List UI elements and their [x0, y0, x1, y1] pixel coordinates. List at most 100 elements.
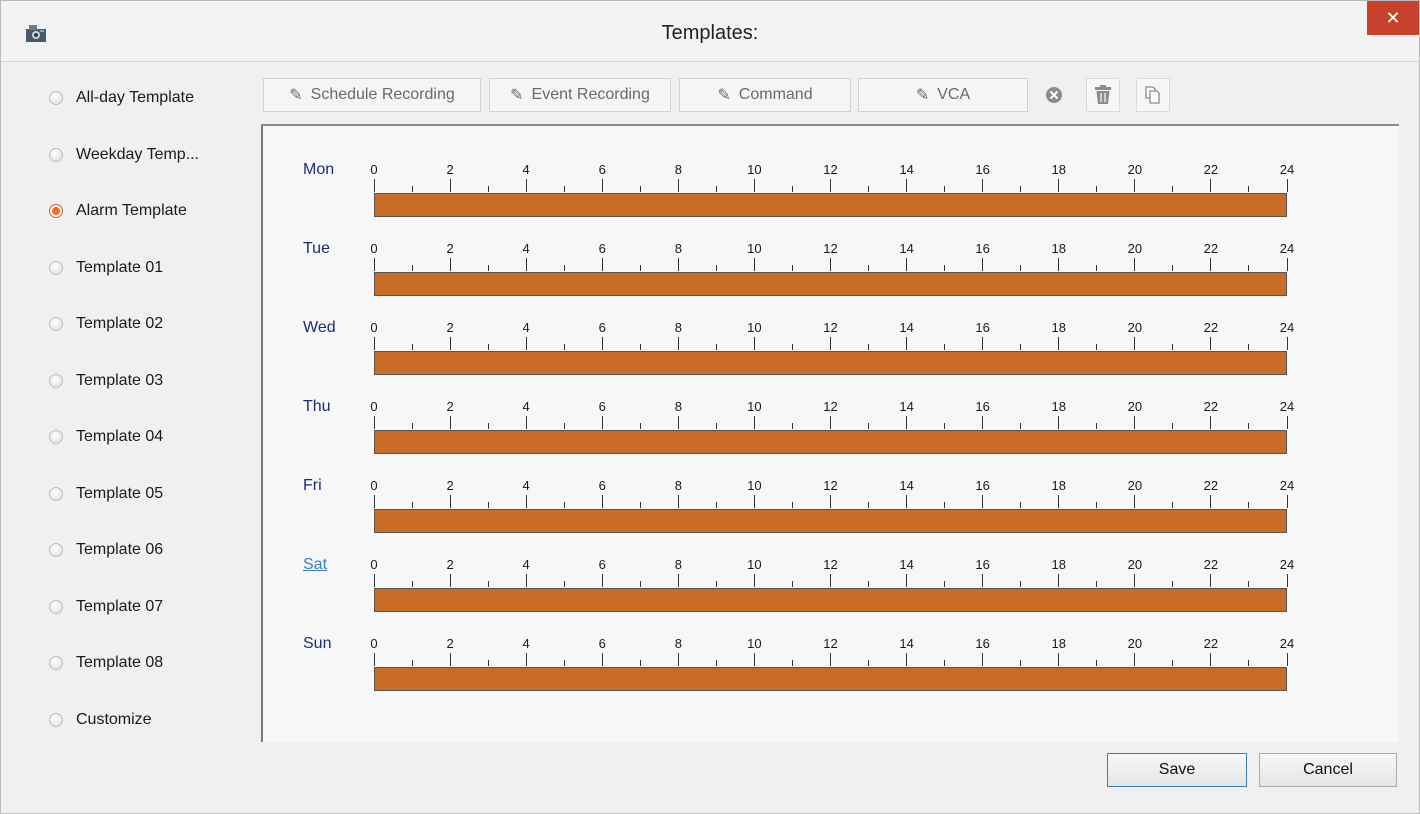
hour-label: 0 — [370, 399, 378, 414]
hour-tick — [1210, 495, 1212, 508]
hour-tick — [715, 186, 717, 192]
template-item[interactable]: Template 08 — [49, 648, 163, 678]
hour-tick — [944, 502, 946, 508]
template-item[interactable]: All-day Template — [49, 83, 194, 113]
cancel-button[interactable]: Cancel — [1259, 753, 1397, 787]
delete-button[interactable] — [1037, 78, 1071, 112]
hour-tick — [639, 502, 641, 508]
hour-tick — [1020, 581, 1022, 587]
hour-tick — [830, 495, 831, 508]
hour-tick — [677, 179, 679, 192]
template-item[interactable]: Template 04 — [49, 422, 163, 452]
hour-tick — [1286, 495, 1288, 508]
hour-tick — [715, 581, 717, 587]
schedule-bar[interactable] — [374, 193, 1287, 217]
schedule-bar[interactable] — [374, 667, 1287, 691]
hour-tick — [715, 344, 717, 350]
hour-tick — [1134, 653, 1136, 666]
hour-label: 6 — [598, 162, 606, 177]
radio-button[interactable] — [49, 430, 63, 444]
radio-button[interactable] — [49, 543, 63, 557]
hour-label: 24 — [1279, 162, 1295, 177]
hour-label: 4 — [522, 241, 530, 256]
template-label: Weekday Temp... — [76, 145, 200, 163]
hour-tick — [1248, 581, 1250, 587]
hour-tick — [411, 344, 413, 350]
hour-tick — [982, 574, 984, 587]
hour-label: 2 — [446, 478, 454, 493]
command-button[interactable]: ✎ Command — [679, 78, 851, 112]
hour-tick — [449, 495, 451, 508]
hour-label: 4 — [522, 557, 530, 572]
hour-tick — [1210, 574, 1212, 587]
radio-button[interactable] — [49, 599, 63, 614]
day-row: Mon 0 2 4 6 8 10 12 14 16 18 20 22 24 — [263, 161, 1363, 231]
schedule-bar[interactable] — [374, 351, 1287, 375]
day-label: Wed — [303, 319, 336, 336]
hour-tick — [411, 660, 413, 666]
template-item[interactable]: Customize — [49, 705, 152, 735]
hour-tick — [791, 344, 793, 350]
template-item[interactable]: Alarm Template — [49, 196, 187, 226]
clear-all-button[interactable] — [1086, 78, 1120, 112]
hour-label: 12 — [823, 478, 838, 493]
radio-button[interactable] — [49, 486, 63, 501]
close-button[interactable]: ✕ — [1367, 1, 1419, 35]
template-item[interactable]: Template 01 — [49, 253, 163, 283]
hour-label: 16 — [975, 478, 990, 493]
schedule-bar[interactable] — [374, 272, 1287, 296]
hour-label: 14 — [899, 399, 914, 414]
template-item[interactable]: Template 05 — [49, 479, 163, 509]
template-item[interactable]: Weekday Temp... — [49, 140, 199, 170]
day-label[interactable]: Sat — [303, 556, 327, 574]
hour-label: 22 — [1203, 636, 1219, 651]
hour-tick — [1058, 258, 1060, 271]
hour-tick — [487, 502, 489, 508]
radio-button[interactable] — [49, 91, 63, 105]
radio-button[interactable] — [49, 373, 63, 388]
radio-button[interactable] — [49, 656, 63, 670]
save-button[interactable]: Save — [1107, 753, 1247, 787]
hour-tick — [944, 186, 946, 192]
event-recording-label: Event Recording — [531, 86, 650, 103]
hour-label: 20 — [1127, 557, 1143, 572]
hour-tick — [906, 337, 908, 350]
event-recording-button[interactable]: ✎ Event Recording — [489, 78, 671, 112]
hour-label: 2 — [446, 399, 454, 414]
radio-button[interactable] — [49, 260, 63, 275]
copy-button[interactable] — [1136, 78, 1170, 112]
schedule-recording-button[interactable]: ✎ Schedule Recording — [263, 78, 481, 112]
hour-label: 8 — [674, 399, 682, 414]
schedule-bar[interactable] — [374, 588, 1287, 612]
hour-label: 18 — [1051, 478, 1066, 493]
hour-tick — [1248, 344, 1250, 350]
hour-tick — [1210, 179, 1212, 192]
hour-tick — [1172, 660, 1174, 666]
template-item[interactable]: Template 06 — [49, 535, 163, 565]
hour-tick — [639, 423, 641, 429]
hour-tick — [715, 502, 717, 508]
hour-tick — [411, 423, 413, 429]
hour-tick — [715, 660, 717, 666]
template-item[interactable]: Template 07 — [49, 592, 163, 622]
vca-button[interactable]: ✎ VCA — [858, 78, 1028, 112]
hour-tick — [868, 265, 870, 271]
hour-tick — [373, 337, 375, 350]
schedule-bar[interactable] — [374, 430, 1287, 454]
hour-label: 18 — [1051, 557, 1066, 572]
title-bar: Templates: ✕ — [1, 1, 1419, 62]
hour-tick — [715, 265, 717, 271]
hour-label: 0 — [370, 636, 378, 651]
hour-tick — [639, 344, 641, 350]
radio-button[interactable] — [49, 147, 63, 162]
radio-button[interactable] — [49, 712, 63, 727]
template-item[interactable]: Template 02 — [49, 309, 163, 339]
radio-button[interactable] — [49, 204, 63, 218]
hour-label: 8 — [674, 557, 682, 572]
template-item[interactable]: Template 03 — [49, 366, 163, 396]
hour-tick — [982, 179, 984, 192]
hour-tick — [1286, 258, 1288, 271]
hour-label: 0 — [370, 241, 378, 256]
radio-button[interactable] — [49, 317, 63, 331]
schedule-bar[interactable] — [374, 509, 1287, 533]
